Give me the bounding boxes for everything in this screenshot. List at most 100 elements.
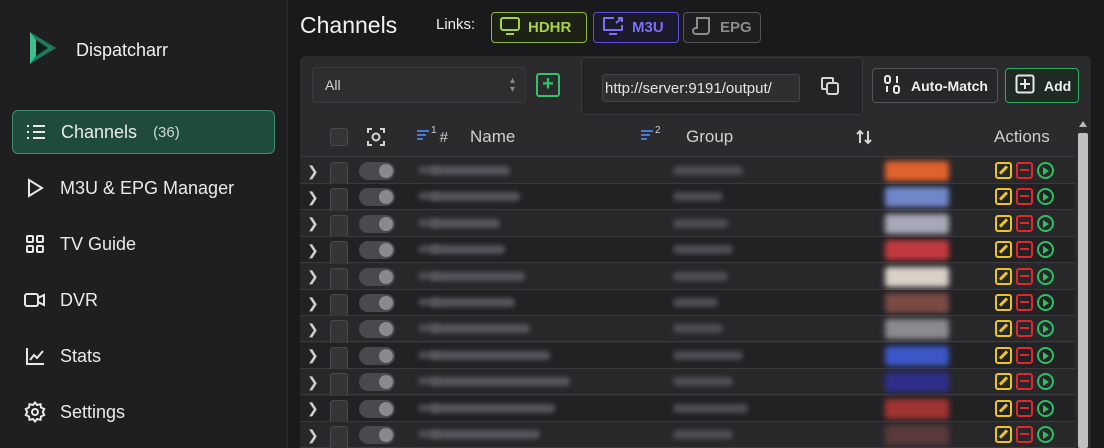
table-row[interactable]: ❯ bbox=[300, 263, 1075, 294]
table-row[interactable]: ❯ bbox=[300, 342, 1075, 373]
sidebar-item-channels[interactable]: Channels (36) bbox=[12, 110, 275, 154]
chevron-right-icon[interactable]: ❯ bbox=[307, 396, 319, 422]
edit-icon[interactable] bbox=[995, 188, 1012, 206]
delete-icon[interactable] bbox=[1016, 346, 1033, 364]
delete-icon[interactable] bbox=[1016, 267, 1033, 285]
sidebar-item-m3u-epg-manager[interactable]: M3U & EPG Manager bbox=[12, 166, 275, 210]
edit-icon[interactable] bbox=[995, 214, 1012, 232]
chevron-right-icon[interactable]: ❯ bbox=[307, 264, 319, 290]
chevron-right-icon[interactable]: ❯ bbox=[307, 211, 319, 237]
edit-icon[interactable] bbox=[995, 346, 1012, 364]
play-preview-icon[interactable] bbox=[1037, 399, 1054, 417]
chevron-right-icon[interactable]: ❯ bbox=[307, 422, 319, 448]
table-body: ❯ ❯ ❯ ❯ ❯ ❯ ❯ ❯ ❯ ❯ ❯ bbox=[300, 158, 1075, 448]
enable-toggle[interactable] bbox=[359, 373, 395, 392]
play-preview-icon[interactable] bbox=[1037, 426, 1054, 443]
sidebar-item-dvr[interactable]: DVR bbox=[12, 278, 275, 322]
delete-icon[interactable] bbox=[1016, 373, 1033, 391]
scroll-thumb[interactable] bbox=[1078, 133, 1088, 448]
edit-icon[interactable] bbox=[995, 399, 1012, 417]
delete-icon[interactable] bbox=[1016, 241, 1033, 259]
link-url-input[interactable]: http://server:9191/output/ bbox=[602, 74, 800, 102]
play-preview-icon[interactable] bbox=[1037, 188, 1054, 206]
table-row[interactable]: ❯ bbox=[300, 184, 1075, 215]
enable-toggle[interactable] bbox=[359, 241, 395, 260]
table-row[interactable]: ❯ bbox=[300, 395, 1075, 426]
play-preview-icon[interactable] bbox=[1037, 162, 1054, 179]
row-checkbox[interactable] bbox=[330, 426, 348, 448]
play-preview-icon[interactable] bbox=[1037, 373, 1054, 391]
sidebar-item-settings[interactable]: Settings bbox=[12, 390, 275, 434]
edit-icon[interactable] bbox=[995, 241, 1012, 259]
channel-group-redacted bbox=[673, 298, 718, 307]
table-row[interactable]: ❯ bbox=[300, 210, 1075, 241]
table-row[interactable]: ❯ bbox=[300, 158, 1075, 188]
m3u-link-label: M3U bbox=[632, 19, 664, 36]
edit-icon[interactable] bbox=[995, 320, 1012, 338]
enable-toggle[interactable] bbox=[359, 267, 395, 286]
delete-icon[interactable] bbox=[1016, 188, 1033, 206]
channel-logo bbox=[885, 161, 949, 181]
play-preview-icon[interactable] bbox=[1037, 241, 1054, 259]
chevron-right-icon[interactable]: ❯ bbox=[307, 158, 319, 184]
table-row[interactable]: ❯ bbox=[300, 369, 1075, 400]
enable-toggle[interactable] bbox=[359, 346, 395, 365]
m3u-link-button[interactable]: M3U bbox=[593, 12, 679, 43]
delete-icon[interactable] bbox=[1016, 162, 1033, 179]
play-preview-icon[interactable] bbox=[1037, 320, 1054, 338]
sort-arrows-icon[interactable] bbox=[855, 117, 873, 157]
chevron-right-icon[interactable]: ❯ bbox=[307, 237, 319, 263]
group-filter-select[interactable]: All ▴ ▾ bbox=[312, 67, 526, 103]
sort-number-button[interactable]: 1 # bbox=[415, 117, 448, 157]
column-group[interactable]: Group bbox=[686, 117, 733, 157]
enable-toggle[interactable] bbox=[359, 188, 395, 207]
play-preview-icon[interactable] bbox=[1037, 214, 1054, 232]
table-row[interactable]: ❯ bbox=[300, 316, 1075, 347]
add-filter-button[interactable]: + bbox=[536, 73, 560, 97]
edit-icon[interactable] bbox=[995, 294, 1012, 311]
enable-toggle[interactable] bbox=[359, 214, 395, 233]
enable-toggle[interactable] bbox=[359, 294, 395, 312]
column-name[interactable]: Name bbox=[470, 117, 515, 157]
copy-url-button[interactable] bbox=[814, 72, 846, 104]
auto-match-button[interactable]: Auto-Match bbox=[872, 68, 998, 103]
hdhr-link-button[interactable]: HDHR bbox=[491, 12, 587, 43]
table-row[interactable]: ❯ bbox=[300, 290, 1075, 320]
channel-group-redacted bbox=[673, 245, 733, 255]
chevron-right-icon[interactable]: ❯ bbox=[307, 184, 319, 210]
delete-icon[interactable] bbox=[1016, 320, 1033, 338]
edit-icon[interactable] bbox=[995, 373, 1012, 391]
scroll-up-arrow-icon[interactable] bbox=[1079, 121, 1087, 127]
enable-toggle[interactable] bbox=[359, 426, 395, 444]
sidebar-item-stats[interactable]: Stats bbox=[12, 334, 275, 378]
channel-logo bbox=[885, 319, 949, 340]
delete-icon[interactable] bbox=[1016, 426, 1033, 443]
table-scrollbar[interactable] bbox=[1075, 117, 1091, 448]
chevron-right-icon[interactable]: ❯ bbox=[307, 316, 319, 342]
play-preview-icon[interactable] bbox=[1037, 267, 1054, 285]
enable-toggle[interactable] bbox=[359, 399, 395, 418]
brand[interactable]: Dispatcharr bbox=[24, 28, 168, 73]
play-preview-icon[interactable] bbox=[1037, 294, 1054, 311]
sidebar-item-tv-guide[interactable]: TV Guide bbox=[12, 222, 275, 266]
delete-icon[interactable] bbox=[1016, 294, 1033, 311]
link-url-value: http://server:9191/output/ bbox=[605, 79, 772, 97]
scan-icon[interactable] bbox=[366, 117, 386, 157]
delete-icon[interactable] bbox=[1016, 214, 1033, 232]
edit-icon[interactable] bbox=[995, 267, 1012, 285]
epg-link-button[interactable]: EPG bbox=[683, 12, 761, 43]
edit-icon[interactable] bbox=[995, 162, 1012, 179]
add-channel-button[interactable]: Add bbox=[1005, 68, 1079, 103]
delete-icon[interactable] bbox=[1016, 399, 1033, 417]
table-row[interactable]: ❯ bbox=[300, 422, 1075, 448]
edit-icon[interactable] bbox=[995, 426, 1012, 443]
chevron-right-icon[interactable]: ❯ bbox=[307, 343, 319, 369]
enable-toggle[interactable] bbox=[359, 320, 395, 339]
enable-toggle[interactable] bbox=[359, 162, 395, 180]
sort-name-button[interactable]: 2 bbox=[639, 117, 661, 157]
select-all-checkbox[interactable] bbox=[330, 128, 348, 146]
play-preview-icon[interactable] bbox=[1037, 346, 1054, 364]
chevron-right-icon[interactable]: ❯ bbox=[307, 290, 319, 316]
chevron-right-icon[interactable]: ❯ bbox=[307, 369, 319, 395]
table-row[interactable]: ❯ bbox=[300, 237, 1075, 268]
